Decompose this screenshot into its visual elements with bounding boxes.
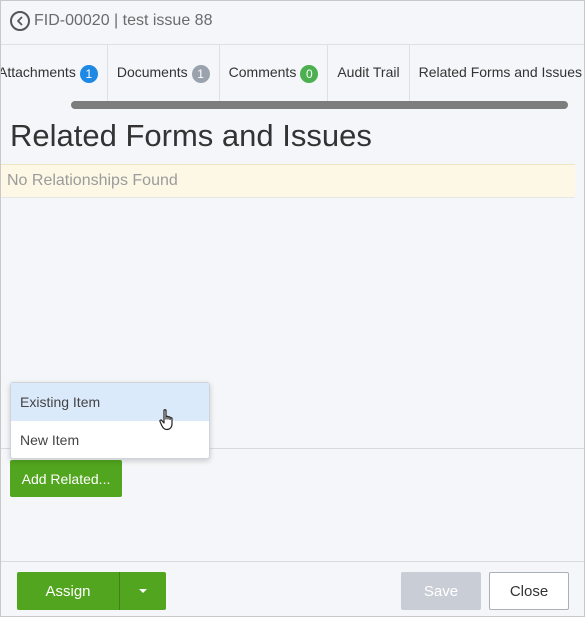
tabs-scrollbar[interactable] bbox=[71, 101, 568, 109]
menu-item-new-item[interactable]: New Item bbox=[11, 421, 209, 459]
tab-related-forms[interactable]: Related Forms and Issues bbox=[410, 45, 584, 103]
close-button[interactable]: Close bbox=[489, 572, 569, 610]
back-icon[interactable] bbox=[10, 11, 30, 31]
dialog-footer: Assign Save Close bbox=[1, 561, 584, 616]
count-badge: 1 bbox=[79, 65, 98, 83]
save-button[interactable]: Save bbox=[401, 572, 481, 610]
assign-split-button: Assign bbox=[17, 572, 166, 610]
notice-text: No Relationships Found bbox=[7, 172, 178, 189]
dialog-frame: FID-00020 | test issue 88 Attachments 1 … bbox=[0, 0, 585, 617]
empty-notice: No Relationships Found bbox=[1, 164, 575, 198]
tab-label: Related Forms and Issues bbox=[418, 64, 582, 80]
caret-down-icon bbox=[139, 589, 147, 593]
tab-audit-trail[interactable]: Audit Trail bbox=[328, 45, 410, 103]
tab-bar: Attachments 1 Documents 1 Comments 0 Aud… bbox=[0, 44, 584, 103]
hand-cursor-icon bbox=[159, 409, 173, 431]
tab-label: Comments bbox=[228, 64, 297, 80]
tab-label: Audit Trail bbox=[337, 64, 400, 80]
add-related-button[interactable]: Add Related... bbox=[10, 460, 122, 497]
dialog-header: FID-00020 | test issue 88 bbox=[1, 1, 584, 41]
assign-dropdown-toggle[interactable] bbox=[119, 572, 166, 610]
tab-attachments[interactable]: Attachments 1 bbox=[0, 45, 108, 103]
count-badge: 0 bbox=[300, 65, 319, 83]
add-related-menu: Existing Item New Item bbox=[10, 382, 210, 459]
page-title: Related Forms and Issues bbox=[10, 118, 372, 153]
tab-comments[interactable]: Comments 0 bbox=[220, 45, 329, 103]
tab-label: Attachments bbox=[0, 64, 76, 80]
tab-documents[interactable]: Documents 1 bbox=[108, 45, 220, 103]
count-badge: 1 bbox=[191, 65, 210, 83]
menu-item-existing-item[interactable]: Existing Item bbox=[11, 383, 209, 421]
assign-button[interactable]: Assign bbox=[17, 572, 119, 610]
tab-label: Documents bbox=[116, 64, 188, 80]
record-title: FID-00020 | test issue 88 bbox=[34, 12, 213, 29]
